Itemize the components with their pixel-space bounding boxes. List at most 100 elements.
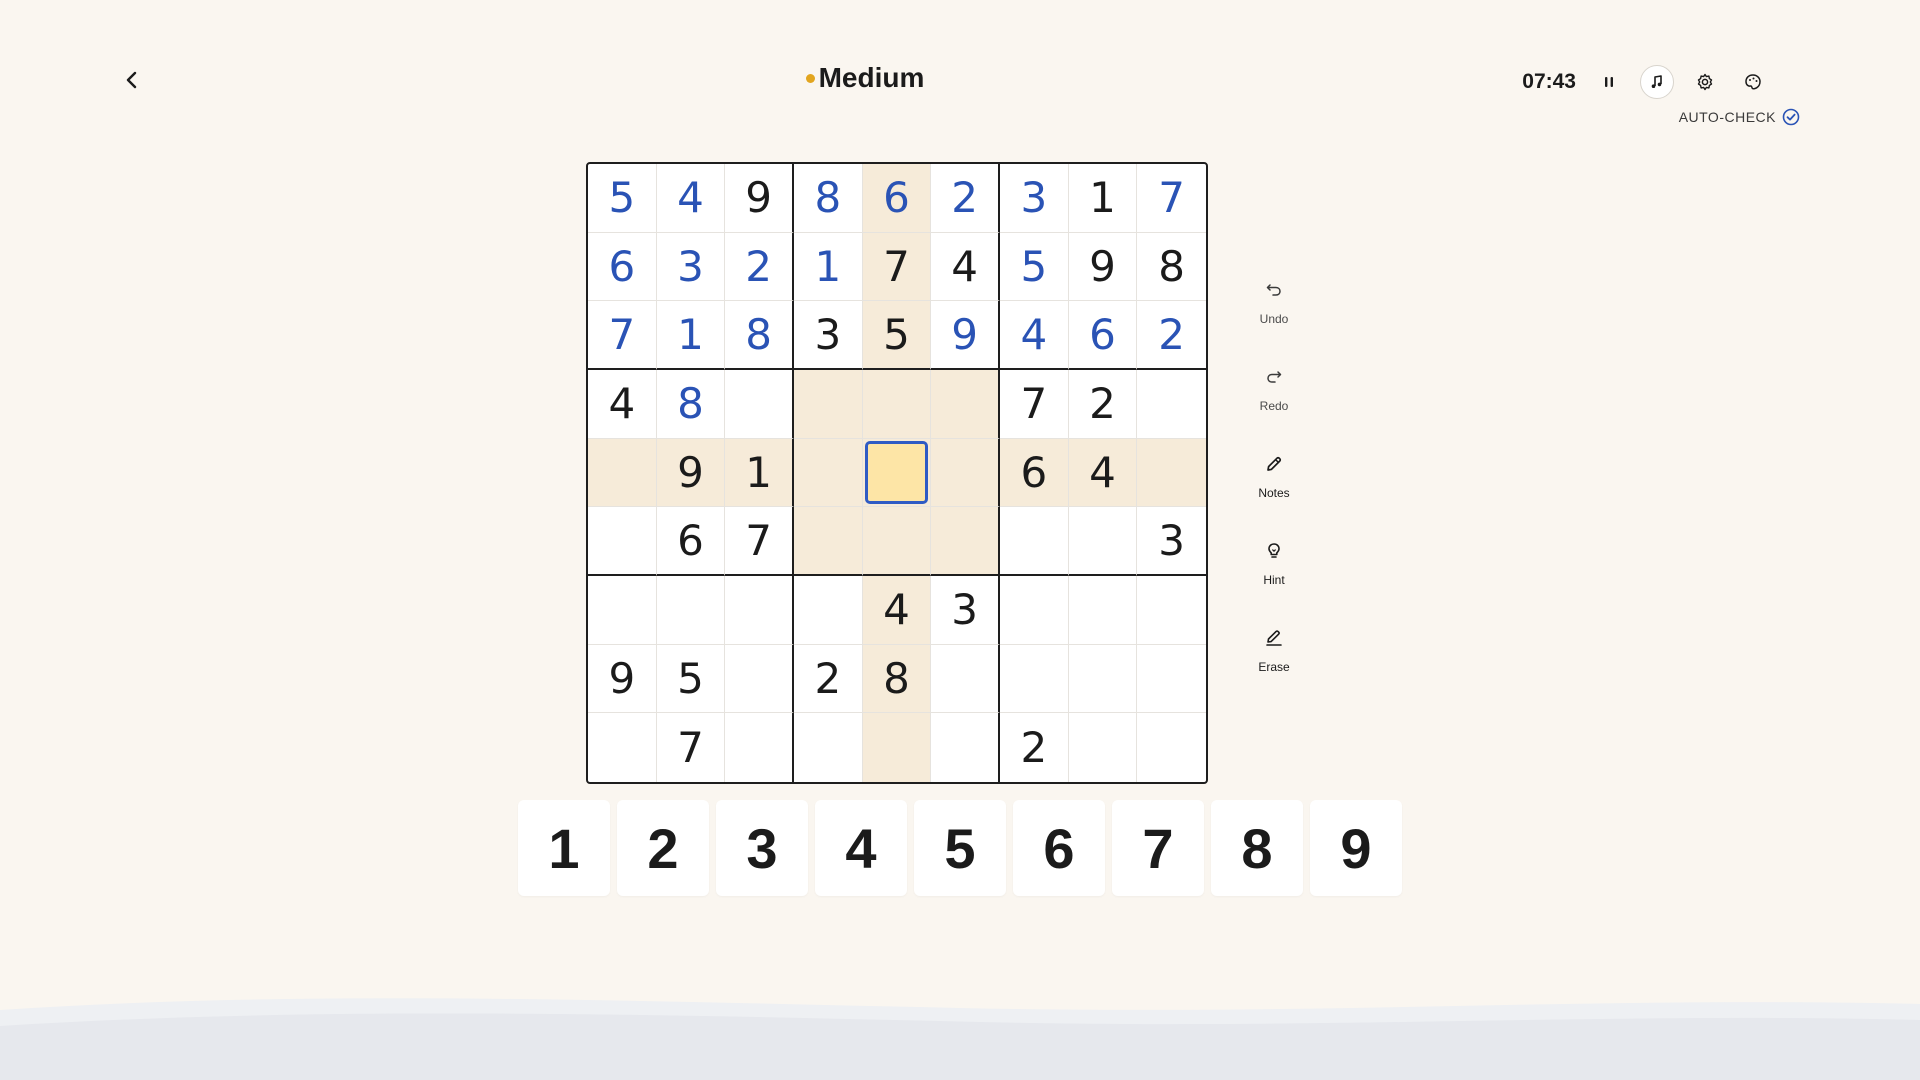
board-cell[interactable]	[1137, 438, 1206, 508]
board-cell[interactable]	[725, 644, 794, 714]
board-cell[interactable]	[931, 713, 1000, 782]
board-cell[interactable]: 4	[588, 369, 657, 439]
number-key-8[interactable]: 8	[1211, 800, 1303, 896]
redo-button[interactable]: Redo	[1234, 365, 1314, 452]
board-cell[interactable]: 5	[999, 232, 1069, 302]
board-cell[interactable]	[931, 369, 1000, 439]
board-cell[interactable]	[588, 575, 657, 645]
board-cell[interactable]: 8	[793, 164, 863, 233]
board-cell[interactable]: 9	[588, 644, 657, 714]
board-cell[interactable]: 8	[862, 644, 932, 714]
board-cell[interactable]: 4	[862, 575, 932, 645]
board-cell[interactable]	[725, 369, 794, 439]
board-cell[interactable]: 5	[862, 301, 932, 370]
board-cell[interactable]	[931, 507, 1000, 576]
board-cell[interactable]	[793, 507, 863, 576]
number-key-6[interactable]: 6	[1013, 800, 1105, 896]
board-cell[interactable]: 7	[588, 301, 657, 370]
number-key-9[interactable]: 9	[1310, 800, 1402, 896]
music-button[interactable]	[1640, 65, 1674, 99]
board-cell[interactable]: 9	[931, 301, 1000, 370]
board-cell[interactable]: 5	[588, 164, 657, 233]
board-cell[interactable]: 6	[1068, 301, 1138, 370]
theme-button[interactable]	[1736, 65, 1770, 99]
number-key-5[interactable]: 5	[914, 800, 1006, 896]
board-cell[interactable]	[1069, 713, 1138, 782]
board-cell[interactable]: 7	[657, 713, 726, 782]
auto-check-toggle[interactable]: AUTO-CHECK	[1679, 108, 1800, 126]
board-cell[interactable]: 1	[656, 301, 726, 370]
board-cell[interactable]: 4	[931, 232, 1000, 302]
board-cell[interactable]: 3	[1137, 507, 1206, 576]
board-cell[interactable]: 4	[656, 164, 726, 233]
board-cell[interactable]	[862, 507, 932, 576]
board-cell[interactable]	[725, 575, 794, 645]
board-cell[interactable]	[999, 644, 1069, 714]
number-key-7[interactable]: 7	[1112, 800, 1204, 896]
board-cell[interactable]: 3	[656, 232, 726, 302]
board-cell[interactable]: 2	[1068, 369, 1138, 439]
number-key-3[interactable]: 3	[716, 800, 808, 896]
board-cell[interactable]	[1068, 507, 1138, 576]
pause-button[interactable]	[1592, 65, 1626, 99]
board-cell[interactable]: 8	[656, 369, 726, 439]
board-cell[interactable]: 3	[793, 301, 863, 370]
board-cell[interactable]: 1	[725, 438, 794, 508]
undo-button[interactable]: Undo	[1234, 278, 1314, 365]
board-cell[interactable]: 2	[793, 644, 863, 714]
board-cell[interactable]	[588, 713, 657, 782]
board-cell[interactable]: 6	[588, 232, 657, 302]
board-cell[interactable]	[999, 575, 1069, 645]
board-cell[interactable]: 9	[725, 164, 794, 233]
board-cell[interactable]: 7	[725, 507, 794, 576]
number-key-4[interactable]: 4	[815, 800, 907, 896]
board-cell[interactable]	[1137, 713, 1206, 782]
board-cell[interactable]	[999, 507, 1069, 576]
board-cell[interactable]	[1137, 645, 1206, 714]
board-cell[interactable]	[793, 369, 863, 439]
board-cell[interactable]	[793, 575, 863, 645]
board-cell[interactable]: 9	[1068, 232, 1138, 302]
notes-button[interactable]: Notes	[1234, 452, 1314, 539]
board-cell[interactable]	[725, 713, 794, 782]
board-cell[interactable]	[862, 369, 932, 439]
number-key-1[interactable]: 1	[518, 800, 610, 896]
board-cell[interactable]: 7	[1137, 164, 1206, 233]
hint-button[interactable]: Hint	[1234, 539, 1314, 626]
board-cell[interactable]: 3	[999, 164, 1069, 233]
board-cell[interactable]: 7	[999, 369, 1069, 439]
board-cell[interactable]	[862, 713, 932, 782]
board-cell[interactable]: 6	[656, 507, 726, 576]
board-cell[interactable]: 4	[999, 301, 1069, 370]
board-cell[interactable]	[1137, 576, 1206, 645]
board-cell[interactable]	[931, 644, 1000, 714]
board-cell[interactable]: 2	[1000, 713, 1069, 782]
board-cell[interactable]: 9	[656, 438, 726, 508]
board-cell[interactable]: 2	[725, 232, 794, 302]
erase-button[interactable]: Erase	[1234, 626, 1314, 713]
board-cell[interactable]	[1068, 644, 1138, 714]
board-cell[interactable]	[931, 438, 1000, 508]
board-cell[interactable]: 6	[999, 438, 1069, 508]
board-cell[interactable]	[862, 438, 932, 508]
board-cell[interactable]	[1137, 370, 1206, 439]
board-cell[interactable]: 3	[931, 575, 1000, 645]
board-cell[interactable]: 5	[656, 644, 726, 714]
board-cell[interactable]: 4	[1068, 438, 1138, 508]
board-cell[interactable]: 1	[793, 232, 863, 302]
board-cell[interactable]: 1	[1068, 164, 1138, 233]
settings-button[interactable]	[1688, 65, 1722, 99]
board-cell[interactable]: 8	[1137, 233, 1206, 302]
board-cell[interactable]: 6	[862, 164, 932, 233]
board-cell[interactable]	[588, 507, 657, 576]
board-cell[interactable]: 2	[931, 164, 1000, 233]
board-cell[interactable]	[794, 713, 863, 782]
board-cell[interactable]	[588, 438, 657, 508]
board-cell[interactable]: 7	[862, 232, 932, 302]
board-cell[interactable]	[1068, 575, 1138, 645]
board-cell[interactable]: 2	[1137, 301, 1206, 370]
board-cell[interactable]	[793, 438, 863, 508]
board-cell[interactable]: 8	[725, 301, 794, 370]
board-cell[interactable]	[656, 575, 726, 645]
number-key-2[interactable]: 2	[617, 800, 709, 896]
